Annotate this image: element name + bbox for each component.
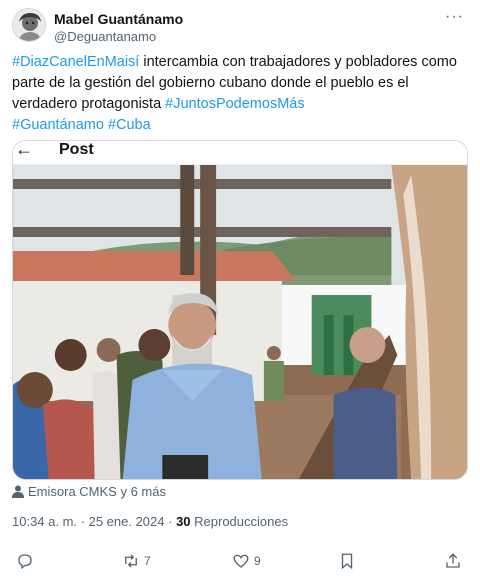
like-count: 9 (254, 554, 261, 568)
bookmark-button[interactable] (338, 549, 356, 573)
avatar[interactable] (12, 8, 46, 42)
reply-icon (18, 554, 32, 570)
views-count: 30 (176, 514, 191, 529)
views-label: Reproducciones (190, 514, 289, 529)
hashtag-link[interactable]: #JuntosPodemosMás (165, 96, 304, 112)
more-icon[interactable]: ··· (445, 8, 464, 26)
action-bar: 7 9 (12, 549, 468, 573)
media-card[interactable]: ← Post (12, 140, 468, 480)
bookmark-icon (341, 553, 353, 570)
share-button[interactable] (444, 549, 462, 573)
media-tags-label: Emisora CMKS y 6 más (28, 484, 166, 499)
repost-icon (125, 554, 137, 568)
repost-count: 7 (144, 554, 151, 568)
post-bar: ← Post (13, 141, 467, 165)
event-photo[interactable] (13, 165, 467, 480)
author-name[interactable]: Mabel Guantánamo (54, 11, 183, 27)
reply-button[interactable] (16, 549, 34, 573)
repost-button[interactable]: 7 (122, 549, 151, 573)
author-handle[interactable]: @Deguantanamo (54, 29, 156, 44)
media-tags[interactable]: Emisora CMKS y 6 más (12, 484, 166, 501)
hashtag-link[interactable]: #Guantánamo (12, 117, 104, 133)
like-icon (233, 554, 249, 568)
hashtag-link[interactable]: #Cuba (108, 117, 151, 133)
share-icon (446, 553, 460, 568)
person-icon (12, 485, 24, 501)
back-arrow-icon[interactable]: ← (15, 141, 33, 160)
tweet-time[interactable]: 10:34 a. m. · 25 ene. 2024 · (12, 514, 176, 529)
post-title: Post (59, 141, 94, 158)
tweet-meta: 10:34 a. m. · 25 ene. 2024 · 30 Reproduc… (12, 514, 288, 529)
tweet-text: #DiazCanelEnMaisí intercambia con trabaj… (12, 52, 468, 136)
tweet-header: Mabel Guantánamo @Deguantanamo ··· (12, 8, 468, 44)
hashtag-link[interactable]: #DiazCanelEnMaisí (12, 54, 139, 70)
like-button[interactable]: 9 (232, 549, 261, 573)
